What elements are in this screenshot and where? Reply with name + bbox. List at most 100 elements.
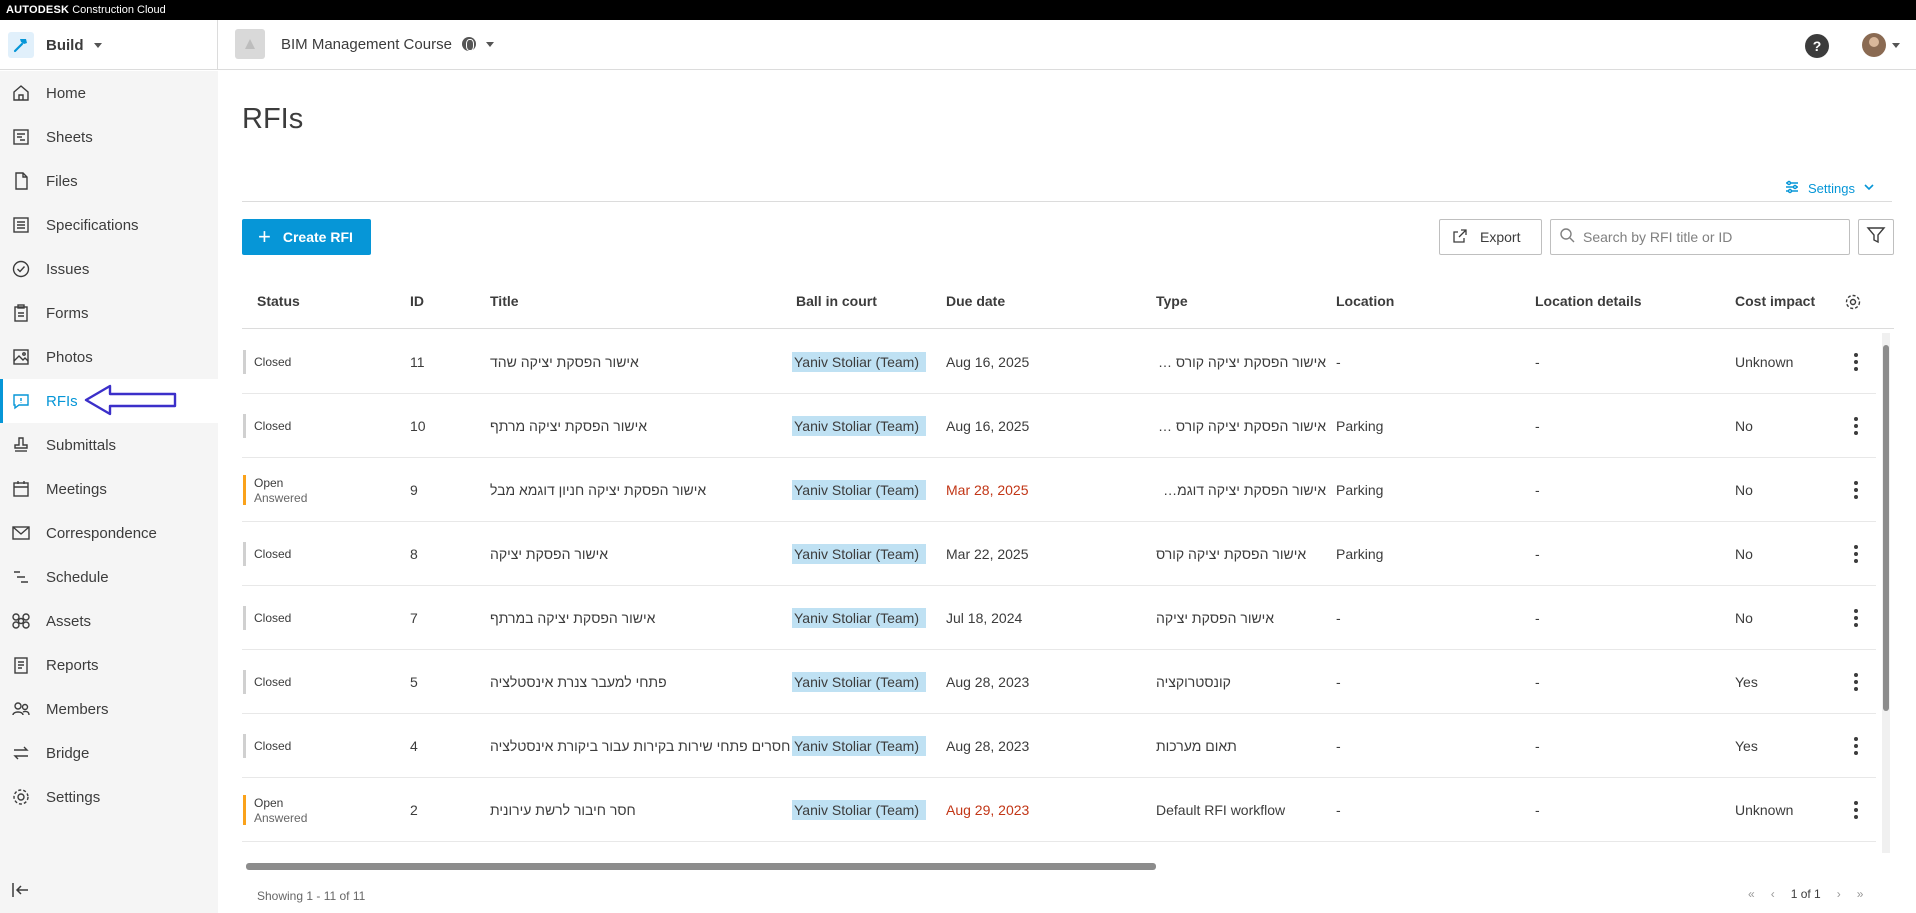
last-page-icon[interactable]: » (1857, 887, 1864, 901)
row-menu-button[interactable] (1846, 650, 1866, 714)
title-cell[interactable]: אישור הפסקת יציקה חניון דוגמא מבל (490, 458, 790, 522)
sheets-icon (10, 126, 32, 148)
title-cell[interactable]: אישור הפסקת יציקה שהד (490, 330, 790, 394)
column-due-date[interactable]: Due date (946, 273, 1005, 329)
rfi-title[interactable]: חסר חיבור לרשת עירונית (490, 802, 636, 818)
chevron-down-icon[interactable] (1892, 43, 1900, 48)
user-avatar[interactable] (1862, 33, 1886, 57)
search-field[interactable] (1550, 219, 1850, 255)
status-indicator (243, 670, 246, 694)
next-page-icon[interactable]: › (1837, 887, 1841, 901)
column-settings-gear-icon[interactable] (1844, 293, 1862, 310)
scrollbar-thumb[interactable] (246, 863, 1156, 870)
rfi-title[interactable]: אישור הפסקת יציקה (490, 546, 608, 562)
ball-in-court-value: Yaniv Stoliar (Team) (792, 608, 926, 628)
ball-in-court-cell: Yaniv Stoliar (Team) (792, 394, 926, 458)
location-cell: - (1336, 674, 1341, 690)
rfi-title[interactable]: אישור הפסקת יציקה שהד (490, 354, 639, 370)
scrollbar-thumb[interactable] (1883, 345, 1889, 711)
annotation-arrow (84, 384, 177, 416)
table-row[interactable]: Closed 7 אישור הפסקת יציקה במרתף Yaniv Stol… (242, 586, 1876, 650)
horizontal-scrollbar[interactable] (246, 862, 1866, 870)
files-icon (10, 170, 32, 192)
title-cell[interactable]: אישור הפסקת יציקה (490, 522, 790, 586)
sidebar-item-settings[interactable]: Settings (0, 775, 218, 819)
title-cell[interactable]: אישור הפסקת יציקה מרתף (490, 394, 790, 458)
rfi-title[interactable]: פתחי למעבר צנרת אינסטלציה (490, 674, 667, 690)
sidebar-item-home[interactable]: Home (0, 71, 218, 115)
sidebar-item-bridge[interactable]: Bridge (0, 731, 218, 775)
table-row[interactable]: Closed 4 חסרים פתחי שירות בקירות עבור ביקו… (242, 714, 1876, 778)
rfi-title[interactable]: אישור הפסקת יציקה חניון דוגמא מבל (490, 482, 706, 498)
title-cell[interactable]: פתחי למעבר צנרת אינסטלציה (490, 650, 790, 714)
correspondence-icon (10, 522, 32, 544)
column-cost-impact[interactable]: Cost impact (1735, 273, 1815, 329)
title-cell[interactable]: חסר חיבור לרשת עירונית (490, 778, 790, 842)
sidebar-item-members[interactable]: Members (0, 687, 218, 731)
row-menu-button[interactable] (1846, 522, 1866, 586)
sidebar-item-assets[interactable]: Assets (0, 599, 218, 643)
filter-button[interactable] (1858, 219, 1894, 255)
ball-in-court-cell: Yaniv Stoliar (Team) (792, 458, 926, 522)
column-ball-in-court[interactable]: Ball in court (796, 273, 877, 329)
sidebar-item-submittals[interactable]: Submittals (0, 423, 218, 467)
status-label: Closed (254, 355, 292, 369)
sidebar-item-meetings[interactable]: Meetings (0, 467, 218, 511)
row-menu-button[interactable] (1846, 778, 1866, 842)
export-button[interactable]: Export (1439, 219, 1542, 255)
table-row[interactable]: Closed 5 פתחי למעבר צנרת אינסטלציה Yaniv St… (242, 650, 1876, 714)
table-row[interactable]: Open Answered 2 חסר חיבור לרשת עירונית Yaniv… (242, 778, 1876, 842)
table-row[interactable]: Closed 8 אישור הפסקת יציקה Yaniv Stoliar (T… (242, 522, 1876, 586)
rfi-title[interactable]: חסרים פתחי שירות בקירות עבור ביקורת אינס… (490, 738, 790, 754)
sidebar-item-sheets[interactable]: Sheets (0, 115, 218, 159)
title-cell[interactable]: חסרים פתחי שירות בקירות עבור ביקורת אינס… (490, 714, 790, 778)
ball-in-court-cell: Yaniv Stoliar (Team) (792, 714, 926, 778)
first-page-icon[interactable]: « (1748, 887, 1755, 901)
vertical-scrollbar[interactable] (1882, 333, 1890, 853)
chevron-down-icon (1863, 181, 1875, 196)
sidebar-item-schedule[interactable]: Schedule (0, 555, 218, 599)
column-status[interactable]: Status (257, 273, 300, 329)
sidebar-item-issues[interactable]: Issues (0, 247, 218, 291)
sidebar-item-forms[interactable]: Forms (0, 291, 218, 335)
globe-icon (461, 37, 476, 51)
column-location-details[interactable]: Location details (1535, 273, 1642, 329)
table-row[interactable]: Closed 10 אישור הפסקת יציקה מרתף Yaniv Stol… (242, 394, 1876, 458)
location-cell: Parking (1336, 418, 1384, 434)
row-menu-button[interactable] (1846, 458, 1866, 522)
forms-icon (10, 302, 32, 324)
sidebar-item-specifications[interactable]: Specifications (0, 203, 218, 247)
sidebar-item-correspondence[interactable]: Correspondence (0, 511, 218, 555)
column-type[interactable]: Type (1156, 273, 1188, 329)
table-row[interactable]: Open Answered 9 אישור הפסקת יציקה חניון דוג… (242, 458, 1876, 522)
settings-dropdown[interactable]: Settings (1784, 179, 1875, 198)
row-menu-button[interactable] (1846, 714, 1866, 778)
rfi-title[interactable]: אישור הפסקת יציקה במרתף (490, 610, 655, 626)
prev-page-icon[interactable]: ‹ (1771, 887, 1775, 901)
rfi-title[interactable]: אישור הפסקת יציקה מרתף (490, 418, 647, 434)
location-cell: - (1336, 802, 1341, 818)
create-rfi-button[interactable]: + Create RFI (242, 219, 371, 255)
title-cell[interactable]: אישור הפסקת יציקה במרתף (490, 586, 790, 650)
column-location[interactable]: Location (1336, 273, 1394, 329)
type-value: Default RFI workflow (1156, 802, 1286, 818)
column-id[interactable]: ID (410, 273, 424, 329)
help-button[interactable]: ? (1805, 34, 1829, 58)
sidebar-item-photos[interactable]: Photos (0, 335, 218, 379)
module-switcher[interactable]: Build (0, 20, 218, 70)
sidebar-item-label: Forms (46, 304, 89, 322)
sidebar-item-label: Specifications (46, 216, 139, 234)
sidebar-item-files[interactable]: Files (0, 159, 218, 203)
row-menu-button[interactable] (1846, 330, 1866, 394)
ball-in-court-cell: Yaniv Stoliar (Team) (792, 586, 926, 650)
column-title[interactable]: Title (490, 273, 519, 329)
search-input[interactable] (1583, 229, 1833, 245)
row-menu-button[interactable] (1846, 586, 1866, 650)
row-menu-button[interactable] (1846, 394, 1866, 458)
collapse-sidebar-icon[interactable] (10, 879, 32, 901)
table-row[interactable]: Closed 11 אישור הפסקת יציקה שהד Yaniv Stoli… (242, 330, 1876, 394)
status-label: Closed (254, 611, 292, 625)
sidebar-item-reports[interactable]: Reports (0, 643, 218, 687)
project-switcher[interactable]: BIM Management Course (235, 29, 494, 59)
sidebar-item-label: Issues (46, 260, 90, 278)
